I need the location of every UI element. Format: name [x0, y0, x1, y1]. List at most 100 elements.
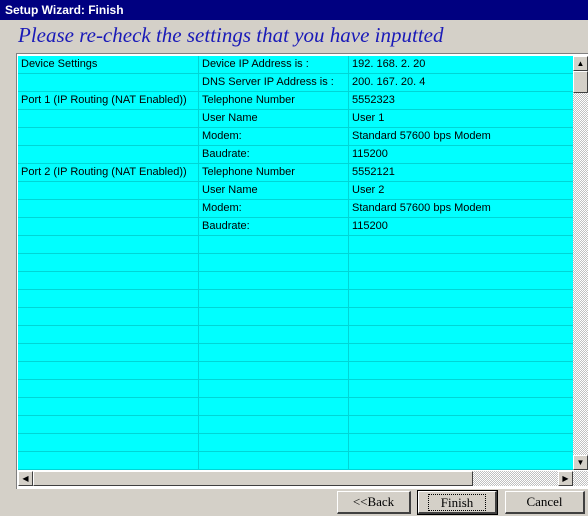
table-row[interactable]: [18, 452, 573, 470]
table-row[interactable]: [18, 416, 573, 434]
row-section-cell: [21, 218, 197, 235]
row-value-cell: [352, 452, 570, 469]
cancel-button[interactable]: Cancel: [505, 491, 585, 514]
row-value-cell: 200. 167. 20. 4: [352, 76, 426, 88]
scroll-right-icon[interactable]: ▶: [558, 471, 573, 486]
row-value-cell: [352, 398, 570, 415]
row-field-cell: [202, 272, 348, 289]
row-field-cell: [202, 290, 348, 307]
row-field-cell: [202, 308, 348, 325]
row-value-cell: 115200: [352, 148, 388, 160]
table-row[interactable]: Modem: Standard 57600 bps Modem: [18, 128, 573, 146]
settings-grid: Device Settings Device IP Address is : 19…: [18, 56, 573, 470]
recheck-heading: Please re-check the settings that you ha…: [18, 23, 444, 47]
row-section-cell: [21, 452, 197, 469]
row-field-cell: DNS Server IP Address is :: [202, 76, 334, 88]
row-value-cell: [352, 416, 570, 433]
row-value-cell: [352, 254, 570, 271]
window-title: Setup Wizard: Finish: [5, 3, 124, 17]
row-section-cell: [21, 236, 197, 253]
table-row[interactable]: Baudrate: 115200: [18, 218, 573, 236]
table-row[interactable]: DNS Server IP Address is : 200. 167. 20.…: [18, 74, 573, 92]
table-row[interactable]: Port 1 (IP Routing (NAT Enabled)) Telepho…: [18, 92, 573, 110]
table-row[interactable]: [18, 362, 573, 380]
row-section-cell: [21, 182, 197, 199]
table-row[interactable]: [18, 398, 573, 416]
row-value-cell: [352, 308, 570, 325]
table-row[interactable]: User Name User 1: [18, 110, 573, 128]
row-section-cell: [21, 416, 197, 433]
row-section-cell: [21, 74, 197, 91]
row-field-cell: [202, 362, 348, 379]
row-field-cell: Baudrate:: [202, 220, 250, 232]
scroll-up-icon[interactable]: ▲: [573, 56, 588, 71]
row-section-cell: [21, 326, 197, 343]
row-section-cell: Port 1 (IP Routing (NAT Enabled)): [21, 94, 187, 106]
row-field-cell: [202, 380, 348, 397]
row-value-cell: [352, 290, 570, 307]
row-field-cell: User Name: [202, 184, 258, 196]
row-value-cell: 5552121: [352, 166, 395, 178]
table-row[interactable]: [18, 272, 573, 290]
row-field-cell: [202, 254, 348, 271]
table-row[interactable]: Baudrate: 115200: [18, 146, 573, 164]
row-section-cell: [21, 110, 197, 127]
row-section-cell: [21, 434, 197, 451]
row-section-cell: [21, 128, 197, 145]
row-section-cell: [21, 362, 197, 379]
row-field-cell: Baudrate:: [202, 148, 250, 160]
table-row[interactable]: [18, 308, 573, 326]
row-section-cell: [21, 398, 197, 415]
back-button[interactable]: <<Back: [337, 491, 411, 514]
table-row[interactable]: [18, 344, 573, 362]
table-row[interactable]: Device Settings Device IP Address is : 19…: [18, 56, 573, 74]
row-section-cell: [21, 272, 197, 289]
row-value-cell: [352, 326, 570, 343]
horizontal-scroll-thumb[interactable]: [33, 471, 473, 486]
row-value-cell: User 1: [352, 112, 385, 124]
row-section-cell: [21, 146, 197, 163]
row-field-cell: Telephone Number: [202, 166, 295, 178]
row-field-cell: [202, 452, 348, 469]
row-field-cell: Device IP Address is :: [202, 58, 309, 70]
row-field-cell: Telephone Number: [202, 94, 295, 106]
table-row[interactable]: User Name User 2: [18, 182, 573, 200]
vertical-scrollbar[interactable]: ▲ ▼: [573, 56, 588, 470]
row-value-cell: 5552323: [352, 94, 395, 106]
finish-button-label: Finish: [427, 493, 487, 511]
finish-button[interactable]: Finish: [417, 490, 498, 515]
row-field-cell: [202, 326, 348, 343]
table-row[interactable]: [18, 434, 573, 452]
row-field-cell: [202, 434, 348, 451]
row-value-cell: Standard 57600 bps Modem: [352, 202, 491, 214]
row-value-cell: [352, 362, 570, 379]
row-value-cell: Standard 57600 bps Modem: [352, 130, 491, 142]
scroll-left-icon[interactable]: ◀: [18, 471, 33, 486]
table-row[interactable]: Modem: Standard 57600 bps Modem: [18, 200, 573, 218]
row-field-cell: Modem:: [202, 130, 242, 142]
row-value-cell: [352, 272, 570, 289]
row-field-cell: [202, 416, 348, 433]
row-section-cell: Port 2 (IP Routing (NAT Enabled)): [21, 166, 187, 178]
row-field-cell: [202, 236, 348, 253]
table-row[interactable]: [18, 254, 573, 272]
row-value-cell: [352, 380, 570, 397]
vertical-scroll-thumb[interactable]: [573, 71, 588, 93]
table-row[interactable]: [18, 236, 573, 254]
table-row[interactable]: [18, 380, 573, 398]
table-row[interactable]: Port 2 (IP Routing (NAT Enabled)) Telepho…: [18, 164, 573, 182]
row-field-cell: Modem:: [202, 202, 242, 214]
row-section-cell: [21, 308, 197, 325]
table-row[interactable]: [18, 290, 573, 308]
row-value-cell: [352, 236, 570, 253]
horizontal-scrollbar[interactable]: ◀ ▶: [18, 471, 588, 486]
row-section-cell: [21, 254, 197, 271]
row-value-cell: [352, 434, 570, 451]
row-field-cell: User Name: [202, 112, 258, 124]
scroll-down-icon[interactable]: ▼: [573, 455, 588, 470]
table-row[interactable]: [18, 326, 573, 344]
row-value-cell: User 2: [352, 184, 385, 196]
row-field-cell: [202, 344, 348, 361]
row-section-cell: [21, 290, 197, 307]
row-value-cell: 192. 168. 2. 20: [352, 58, 426, 70]
